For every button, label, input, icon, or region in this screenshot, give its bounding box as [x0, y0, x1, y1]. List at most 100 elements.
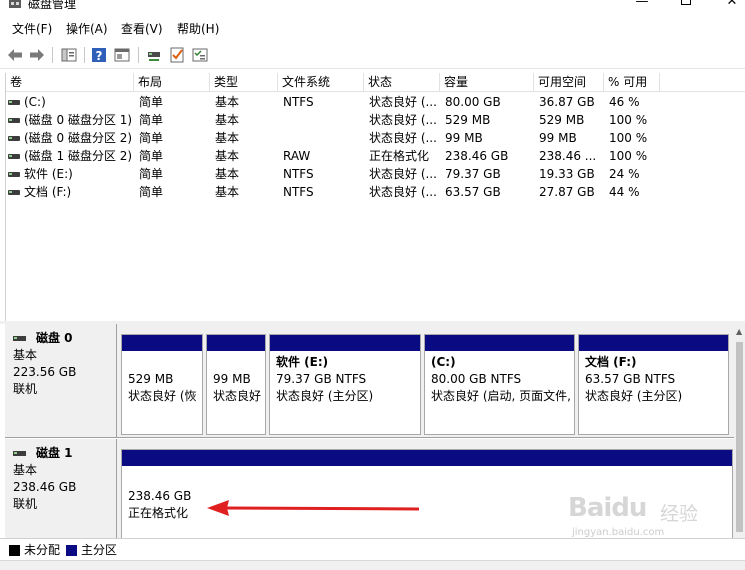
disk-row-0[interactable]: 磁盘 0 基本 223.56 GB 联机 529 MB 状态良好 (恢 99 M…	[5, 324, 734, 438]
console-tree-icon[interactable]	[60, 46, 78, 64]
partition-title: 软件 (E:)	[276, 355, 329, 369]
volume-filesystem	[281, 111, 361, 129]
table-row[interactable]: 软件 (E:) 简单 基本 NTFS 状态良好 (... 79.37 GB 19…	[6, 165, 745, 183]
legend-bar: 未分配 主分区	[0, 538, 745, 560]
maximize-button[interactable]	[676, 0, 696, 10]
column-header-volume[interactable]: 卷	[6, 73, 134, 92]
partition-size: 80.00 GB NTFS	[431, 372, 522, 386]
menu-view[interactable]: 查看(V)	[121, 22, 163, 36]
volume-icon	[8, 100, 20, 105]
scrollbar-thumb[interactable]	[736, 342, 743, 532]
window-title: 磁盘管理	[28, 0, 77, 11]
volume-percent-free: 100 %	[609, 131, 648, 145]
table-row[interactable]: 文档 (F:) 简单 基本 NTFS 状态良好 (... 63.57 GB 27…	[6, 183, 745, 201]
menu-help[interactable]: 帮助(H)	[177, 22, 219, 36]
partition-block[interactable]: 文档 (F:) 63.57 GB NTFS 状态良好 (主分区)	[578, 334, 729, 435]
volume-icon	[8, 190, 20, 195]
maximize-icon	[681, 0, 691, 5]
partition-block[interactable]: 99 MB 状态良好	[206, 334, 266, 435]
table-row[interactable]: (C:) 简单 基本 NTFS 状态良好 (... 80.00 GB 36.87…	[6, 93, 745, 111]
menu-bar: 文件(F) 操作(A) 查看(V) 帮助(H)	[0, 18, 745, 40]
disk-info-panel[interactable]: 磁盘 1 基本 238.46 GB 联机	[5, 439, 117, 538]
settings-icon[interactable]	[191, 46, 209, 64]
volume-list-header: 卷 布局 类型 文件系统 状态 容量 可用空间 % 可用	[6, 73, 745, 92]
volume-name: 文档 (F:)	[24, 185, 72, 199]
partition-status: 状态良好 (恢	[128, 389, 197, 403]
disk-state: 联机	[13, 382, 38, 396]
disk-info-panel[interactable]: 磁盘 0 基本 223.56 GB 联机	[5, 324, 117, 437]
volume-status: 状态良好 (...	[369, 185, 437, 199]
watermark-url: jingyan.baidu.com	[572, 527, 665, 538]
partition-body: 文档 (F:) 63.57 GB NTFS 状态良好 (主分区)	[579, 351, 728, 405]
partition-size: 63.57 GB NTFS	[585, 372, 676, 386]
partition-status: 状态良好	[213, 389, 262, 403]
partition-body: (C:) 80.00 GB NTFS 状态良好 (启动, 页面文件,	[425, 351, 574, 405]
partition-title: 文档 (F:)	[585, 355, 637, 369]
volume-percent-free: 100 %	[609, 113, 648, 127]
volume-free-space: 19.33 GB	[539, 167, 595, 181]
volume-filesystem: NTFS	[283, 167, 314, 181]
volume-type: 基本	[215, 113, 240, 127]
volume-type: 基本	[215, 149, 240, 163]
red-arrow-annotation	[207, 500, 420, 516]
volume-status: 正在格式化	[369, 149, 430, 163]
volume-icon	[8, 172, 20, 177]
menu-file[interactable]: 文件(F)	[12, 22, 52, 36]
legend-label-primary: 主分区	[81, 543, 118, 557]
partition-size: 79.37 GB NTFS	[276, 372, 367, 386]
check-icon[interactable]	[168, 46, 186, 64]
volume-layout: 简单	[139, 149, 164, 163]
partition-body: 99 MB 状态良好	[207, 351, 265, 405]
partition-block[interactable]: (C:) 80.00 GB NTFS 状态良好 (启动, 页面文件,	[424, 334, 575, 435]
minimize-button[interactable]: —	[632, 0, 652, 10]
status-bar	[0, 560, 745, 570]
column-header-free-space[interactable]: 可用空间	[534, 73, 604, 92]
column-header-type[interactable]: 类型	[210, 73, 278, 92]
partition-block[interactable]: 529 MB 状态良好 (恢	[121, 334, 203, 435]
back-arrow-icon[interactable]	[6, 46, 24, 64]
column-header-percent-free[interactable]: % 可用	[604, 73, 660, 92]
disk-icon	[13, 451, 26, 456]
toolbar: ?	[0, 41, 745, 69]
title-bar: 磁盘管理 — ✕	[0, 0, 745, 17]
close-button[interactable]: ✕	[722, 0, 742, 10]
volume-layout: 简单	[139, 131, 164, 145]
disk-name-row: 磁盘 0	[13, 330, 116, 347]
toolbar-separator	[138, 47, 139, 63]
partition-type-bar	[207, 335, 265, 351]
volume-percent-free: 46 %	[609, 95, 640, 109]
help-icon[interactable]: ?	[90, 46, 108, 64]
table-row[interactable]: (磁盘 0 磁盘分区 1) 简单 基本 状态良好 (... 529 MB 529…	[6, 111, 745, 129]
properties-icon[interactable]	[113, 46, 131, 64]
volume-percent-free: 100 %	[609, 149, 648, 163]
volume-status: 状态良好 (...	[369, 95, 437, 109]
partition-body: 529 MB 状态良好 (恢	[122, 351, 202, 405]
column-header-layout[interactable]: 布局	[134, 73, 210, 92]
table-row[interactable]: (磁盘 0 磁盘分区 2) 简单 基本 状态良好 (... 99 MB 99 M…	[6, 129, 745, 147]
volume-status: 状态良好 (...	[369, 113, 437, 127]
column-header-status[interactable]: 状态	[364, 73, 440, 92]
partition-block[interactable]: 软件 (E:) 79.37 GB NTFS 状态良好 (主分区)	[269, 334, 421, 435]
disk-name-row: 磁盘 1	[13, 445, 116, 462]
volume-type: 基本	[215, 95, 240, 109]
volume-capacity: 529 MB	[445, 113, 491, 127]
partition-type-bar	[122, 335, 202, 351]
volume-capacity: 238.46 GB	[445, 149, 509, 163]
column-header-capacity[interactable]: 容量	[440, 73, 534, 92]
menu-action[interactable]: 操作(A)	[66, 22, 108, 36]
disk-type: 基本	[13, 463, 38, 477]
svg-text:?: ?	[96, 49, 103, 63]
column-header-filesystem[interactable]: 文件系统	[278, 73, 364, 92]
volume-free-space: 36.87 GB	[539, 95, 595, 109]
connect-icon[interactable]	[145, 46, 163, 64]
disk-icon	[13, 336, 26, 341]
volume-layout: 简单	[139, 113, 164, 127]
scroll-up-icon[interactable]: ▲	[736, 327, 742, 337]
vertical-scrollbar[interactable]: ▲	[734, 324, 745, 538]
legend-label-unallocated: 未分配	[24, 543, 61, 557]
disk-name: 磁盘 0	[36, 331, 73, 345]
volume-icon	[8, 154, 20, 159]
table-row[interactable]: (磁盘 1 磁盘分区 2) 简单 基本 RAW 正在格式化 238.46 GB …	[6, 147, 745, 165]
volume-percent-free: 24 %	[609, 167, 640, 181]
forward-arrow-icon[interactable]	[28, 46, 46, 64]
